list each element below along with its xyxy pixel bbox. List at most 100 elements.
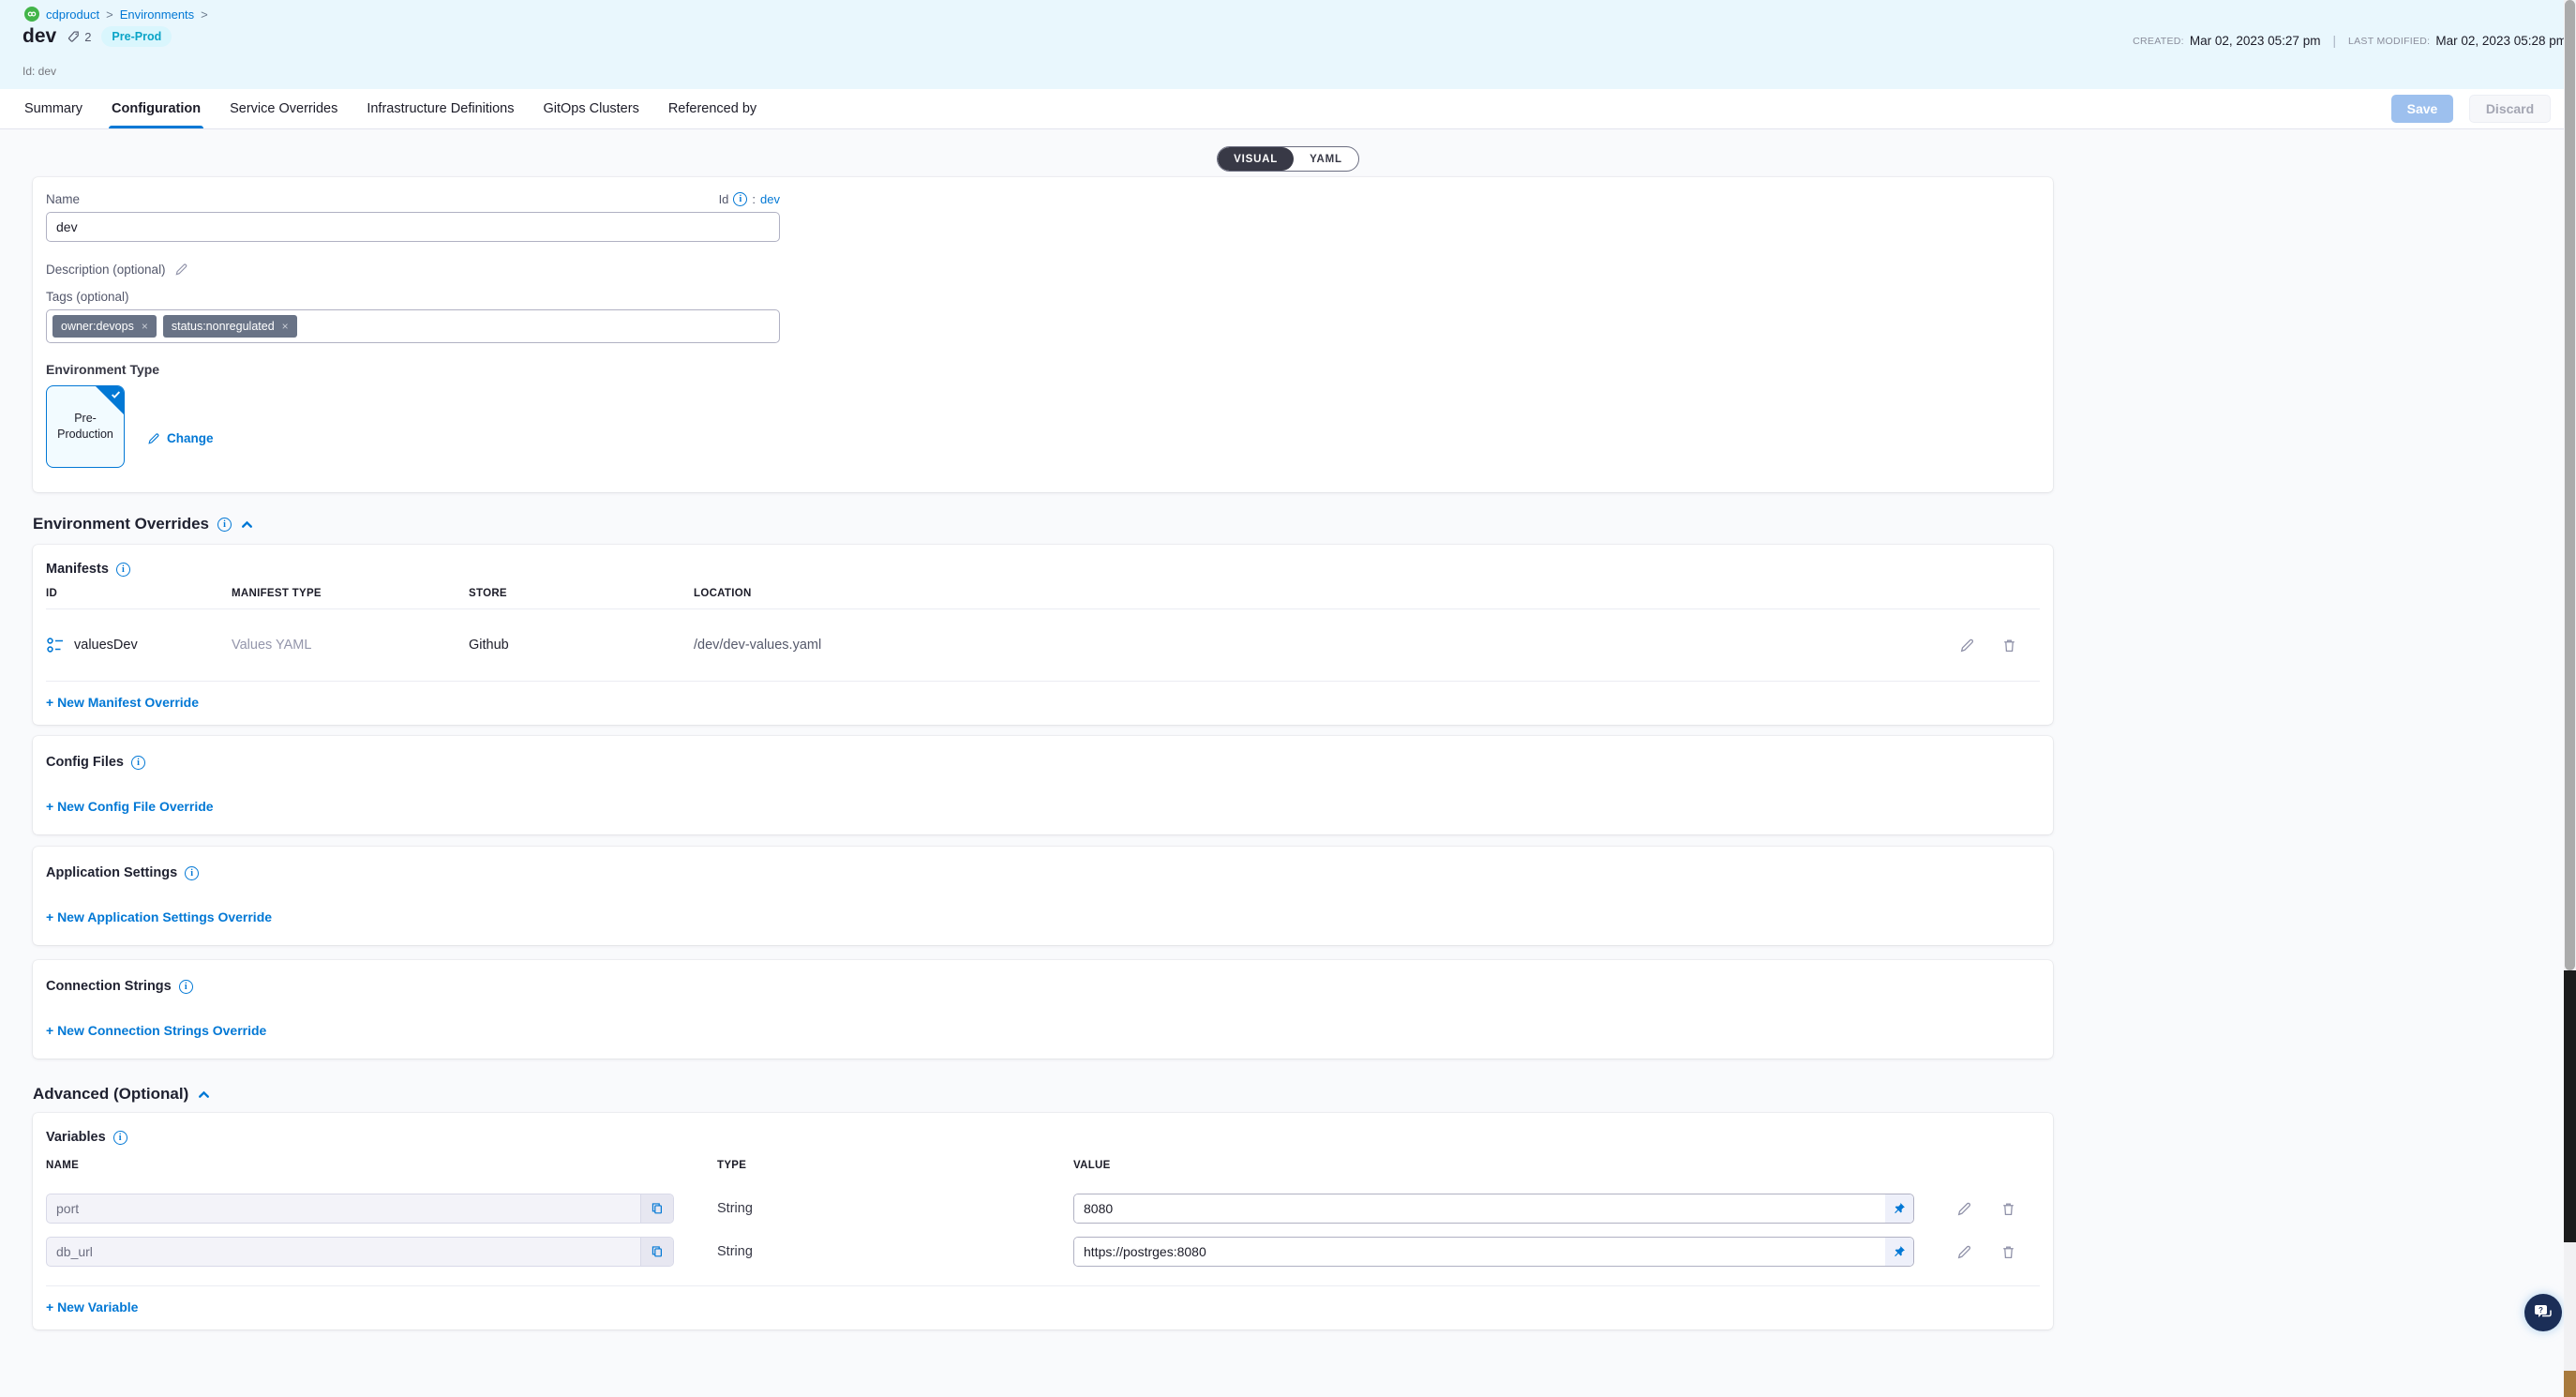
edit-variable-icon[interactable]	[1956, 1244, 1972, 1260]
name-input[interactable]	[46, 212, 780, 242]
manifest-id: valuesDev	[74, 638, 138, 653]
tab-service-overrides[interactable]: Service Overrides	[230, 89, 337, 128]
toggle-yaml[interactable]: YAML	[1294, 147, 1358, 171]
pin-icon[interactable]	[1885, 1238, 1913, 1266]
pin-icon[interactable]	[1885, 1194, 1913, 1223]
id-separator: :	[752, 192, 756, 206]
remove-tag-icon[interactable]: ×	[142, 320, 148, 333]
discard-button[interactable]: Discard	[2469, 95, 2551, 123]
chevron-up-icon[interactable]	[197, 1089, 211, 1101]
new-manifest-override-link[interactable]: + New Manifest Override	[46, 695, 199, 710]
manifests-title: Manifests	[46, 562, 109, 577]
delete-manifest-icon[interactable]	[2001, 638, 2017, 653]
edit-description-icon[interactable]	[174, 263, 188, 277]
scrollbar-thumb[interactable]	[2565, 0, 2575, 970]
column-type: TYPE	[717, 1160, 1073, 1171]
page-header: cdproduct > Environments > dev 2 Pre-Pro…	[0, 0, 2576, 89]
environment-overrides-title: Environment Overrides	[33, 515, 209, 533]
application-settings-card: Application Settings i + New Application…	[33, 847, 2053, 945]
environment-type-card[interactable]: Pre-Production	[46, 385, 125, 468]
toggle-visual[interactable]: VISUAL	[1218, 147, 1294, 171]
manifest-store: Github	[469, 638, 694, 653]
variable-name-input[interactable]	[47, 1238, 640, 1266]
config-files-card: Config Files i + New Config File Overrid…	[33, 736, 2053, 834]
change-env-type-link[interactable]: Change	[147, 409, 214, 468]
tags-input[interactable]: owner:devops × status:nonregulated ×	[46, 309, 780, 343]
tag-chip-label: status:nonregulated	[172, 320, 275, 333]
connection-strings-title: Connection Strings	[46, 979, 172, 994]
edit-variable-icon[interactable]	[1956, 1201, 1972, 1217]
manifest-icon	[46, 636, 65, 654]
manifest-type: Values YAML	[232, 638, 469, 653]
save-button[interactable]: Save	[2391, 95, 2453, 123]
breadcrumb-separator: >	[106, 8, 113, 22]
pencil-icon	[147, 432, 160, 445]
edit-manifest-icon[interactable]	[1959, 638, 1975, 653]
new-config-file-override-link[interactable]: + New Config File Override	[46, 799, 214, 814]
column-id: ID	[46, 588, 232, 599]
id-chip: Id i : dev	[719, 192, 780, 206]
column-location: LOCATION	[694, 588, 1937, 599]
variable-row: String	[46, 1194, 2040, 1224]
environment-details-card: Name Id i : dev Description (optional) T…	[33, 177, 2053, 492]
description-label: Description (optional)	[46, 263, 166, 277]
timestamps: CREATED: Mar 02, 2023 05:27 pm | LAST MO…	[2133, 34, 2567, 48]
tags-label: Tags (optional)	[46, 290, 2040, 304]
modified-value: Mar 02, 2023 05:28 pm	[2435, 34, 2567, 48]
info-icon[interactable]: i	[131, 756, 145, 770]
column-name: NAME	[46, 1160, 717, 1171]
product-icon	[24, 7, 39, 22]
breadcrumb-environments[interactable]: Environments	[120, 8, 194, 22]
remove-tag-icon[interactable]: ×	[282, 320, 289, 333]
variable-row: String	[46, 1237, 2040, 1267]
divider	[46, 681, 2040, 682]
environment-type-label: Environment Type	[46, 362, 2040, 377]
tag-chip: status:nonregulated ×	[163, 315, 297, 338]
entity-id: Id: dev	[22, 65, 56, 78]
tab-summary[interactable]: Summary	[24, 89, 82, 128]
info-icon[interactable]: i	[217, 518, 232, 532]
env-type-badge: Pre-Prod	[101, 26, 172, 47]
tab-configuration[interactable]: Configuration	[112, 89, 201, 128]
copy-icon[interactable]	[640, 1238, 673, 1266]
column-store: STORE	[469, 588, 694, 599]
config-files-title: Config Files	[46, 755, 124, 770]
scrollbar[interactable]	[2564, 0, 2576, 1397]
main-content: VISUAL YAML Name Id i : dev Description …	[0, 129, 2576, 1397]
modified-label: LAST MODIFIED:	[2348, 36, 2430, 47]
copy-icon[interactable]	[640, 1194, 673, 1223]
new-variable-link[interactable]: + New Variable	[46, 1299, 138, 1314]
tag-count: 2	[67, 30, 91, 44]
tab-referenced-by[interactable]: Referenced by	[668, 89, 756, 128]
manifest-row[interactable]: valuesDev Values YAML Github /dev/dev-va…	[46, 609, 2040, 681]
id-value: dev	[760, 192, 780, 206]
visual-yaml-toggle: VISUAL YAML	[1217, 146, 1359, 172]
info-icon[interactable]: i	[179, 980, 193, 994]
tab-infrastructure-definitions[interactable]: Infrastructure Definitions	[367, 89, 514, 128]
new-connection-strings-override-link[interactable]: + New Connection Strings Override	[46, 1023, 266, 1038]
tag-icon	[67, 30, 81, 44]
variables-table-header: NAME TYPE VALUE	[46, 1160, 2040, 1171]
new-application-settings-override-link[interactable]: + New Application Settings Override	[46, 909, 272, 924]
chat-bubble-icon: ?	[2533, 1303, 2554, 1322]
info-icon[interactable]: i	[733, 192, 747, 206]
scrollbar-corner	[2564, 1371, 2576, 1397]
variables-card: Variables i NAME TYPE VALUE String	[33, 1113, 2053, 1329]
name-label: Name	[46, 192, 80, 206]
chevron-up-icon[interactable]	[240, 518, 254, 531]
breadcrumb-separator: >	[201, 8, 208, 22]
delete-variable-icon[interactable]	[2000, 1244, 2016, 1260]
variable-value-input[interactable]	[1074, 1238, 1885, 1266]
column-value: VALUE	[1073, 1160, 1914, 1171]
info-icon[interactable]: i	[113, 1131, 127, 1145]
info-icon[interactable]: i	[185, 866, 199, 880]
check-icon	[111, 390, 121, 399]
delete-variable-icon[interactable]	[2000, 1201, 2016, 1217]
tab-gitops-clusters[interactable]: GitOps Clusters	[543, 89, 638, 128]
variable-value-input[interactable]	[1074, 1194, 1885, 1223]
tag-chip-label: owner:devops	[61, 320, 134, 333]
help-chat-button[interactable]: ?	[2524, 1294, 2562, 1331]
info-icon[interactable]: i	[116, 563, 130, 577]
breadcrumb-product[interactable]: cdproduct	[46, 8, 99, 22]
variable-name-input[interactable]	[47, 1194, 640, 1223]
